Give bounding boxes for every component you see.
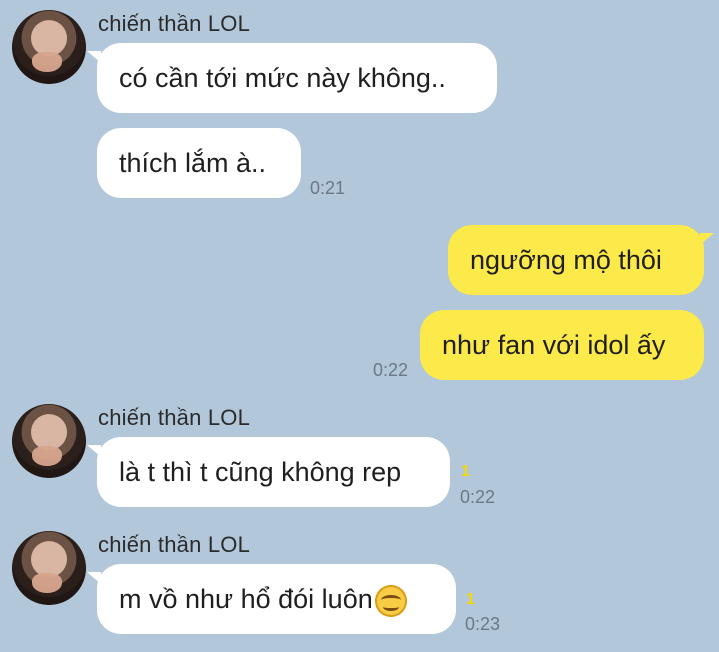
message-text: m vồ như hổ đói luôn [119, 583, 373, 614]
avatar[interactable] [12, 10, 86, 84]
sender-name: chiến thần LOL [98, 11, 251, 36]
unread-count: 1 [461, 463, 470, 480]
message-bubble[interactable]: là t thì t cũng không rep [87, 437, 450, 507]
message-text: là t thì t cũng không rep [119, 456, 402, 487]
timestamp: 0:22 [460, 487, 496, 507]
timestamp: 0:22 [373, 360, 409, 380]
unread-count: 1 [466, 591, 475, 608]
message-bubble[interactable]: thích lắm à.. [97, 128, 301, 198]
message-bubble[interactable]: ngưỡng mộ thôi [448, 225, 714, 295]
avatar[interactable] [12, 404, 86, 478]
message-text: thích lắm à.. [119, 147, 267, 178]
avatar[interactable] [12, 531, 86, 605]
message-bubble[interactable]: có cần tới mức này không.. [87, 43, 497, 113]
sender-name: chiến thần LOL [98, 405, 251, 430]
smiling-face-icon [374, 585, 407, 617]
message-text: có cần tới mức này không.. [119, 62, 446, 93]
timestamp: 0:23 [465, 614, 501, 634]
message-text: ngưỡng mộ thôi [470, 244, 662, 275]
message-text: như fan với idol ấy [442, 329, 666, 360]
timestamp: 0:21 [310, 178, 346, 198]
sender-name: chiến thần LOL [98, 532, 251, 557]
message-bubble[interactable]: như fan với idol ấy [420, 310, 704, 380]
message-bubble[interactable]: m vồ như hổ đói luôn [87, 564, 456, 634]
